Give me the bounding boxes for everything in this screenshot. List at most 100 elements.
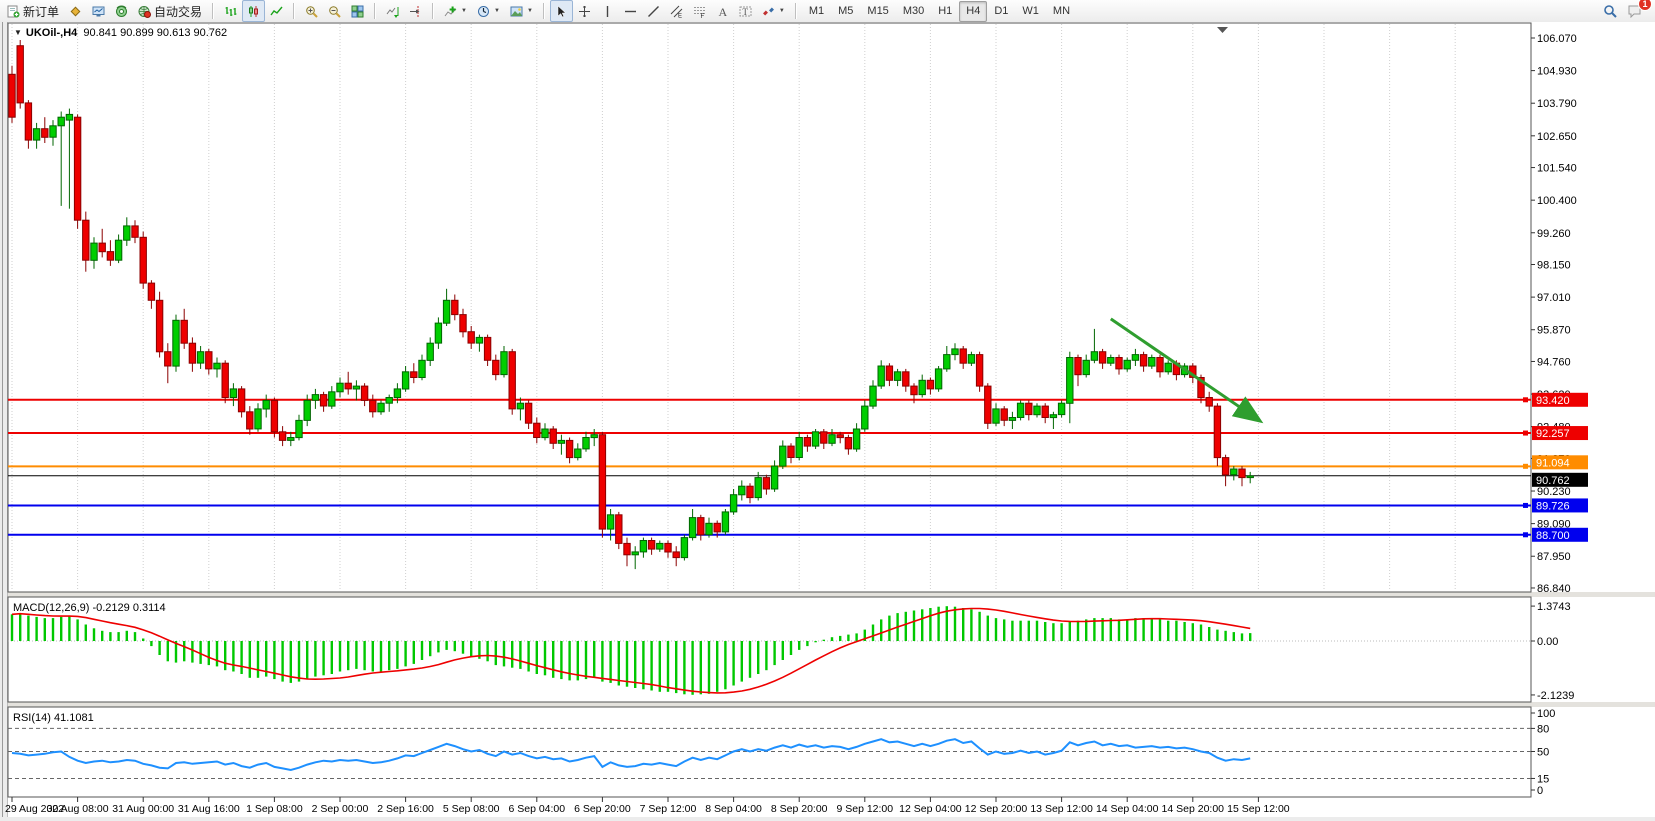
line-chart-icon [270,5,283,18]
time-tick-label[interactable]: 12 Sep 20:00 [965,803,1028,815]
chart-shift-button[interactable] [404,0,427,22]
bar-chart-button[interactable] [219,0,242,22]
metaeditor-button[interactable] [64,0,87,22]
label-button[interactable]: T [734,0,757,22]
time-tick-label[interactable]: 7 Sep 12:00 [640,803,697,815]
new-order-button[interactable]: 新订单 [2,0,64,22]
time-tick-label[interactable]: 5 Sep 08:00 [443,803,500,815]
timeframe-m30-button[interactable]: M30 [896,1,931,22]
text-button[interactable]: A [711,0,734,22]
search-button[interactable] [1598,0,1622,22]
text-icon: A [716,5,729,18]
pane-splitter[interactable] [8,702,1655,707]
market-watch-button[interactable] [110,0,133,22]
timeframe-m5-button[interactable]: M5 [831,1,860,22]
svg-text:F: F [700,13,704,17]
zoom-out-icon [328,5,341,18]
hline-handle[interactable] [1523,464,1528,469]
crosshair-button[interactable] [573,0,596,22]
time-tick-label[interactable]: 8 Sep 20:00 [771,803,828,815]
vline-button[interactable] [596,0,619,22]
rsi-tick-label: 0 [1537,785,1543,797]
vline-icon [601,5,614,18]
zoom-in-button[interactable] [300,0,323,22]
trendline-button[interactable] [642,0,665,22]
time-tick-label[interactable]: 12 Sep 04:00 [899,803,962,815]
main-pane [8,23,1531,592]
toolbar-separator [374,3,376,19]
line-chart-button[interactable] [265,0,288,22]
dropdown-caret-icon[interactable]: ▼ [494,8,500,14]
time-tick-label[interactable]: 14 Sep 20:00 [1162,803,1225,815]
timeframe-mn-button[interactable]: MN [1046,1,1077,22]
time-tick-label[interactable]: 9 Sep 12:00 [836,803,893,815]
channel-button[interactable]: E [665,0,688,22]
price-tick-label: 100.400 [1537,195,1577,207]
timeframe-m15-button[interactable]: M15 [860,1,895,22]
price-tick-label: 103.790 [1537,98,1577,110]
tile-windows-icon [351,5,364,18]
pane-splitter[interactable] [8,592,1655,597]
price-tick-label: 94.760 [1537,356,1571,368]
hline-handle[interactable] [1523,503,1528,508]
cursor-button[interactable] [550,0,573,22]
rsi-tick-label: 15 [1537,773,1549,785]
toolbar-separator [543,3,545,19]
templates-button[interactable]: ▼ [505,0,538,22]
price-tick-label: 104.930 [1537,66,1577,78]
main-toolbar: 新订单 自动交易 ▼ ▼ ▼ E F AT ▼ M1M5M15M30H1H4D1W1MN 1 [0,0,1655,23]
toolbar-group: E F AT ▼ [548,0,792,22]
timeframe-w1-button[interactable]: W1 [1015,1,1046,22]
label-icon: T [739,5,752,18]
search-icon [1603,4,1617,18]
price-tick-label: 101.540 [1537,163,1577,175]
svg-text:E: E [678,13,682,18]
indicators-button[interactable]: ▼ [439,0,472,22]
chart-symbol-header[interactable]: ▼UKOil-,H4 90.841 90.899 90.613 90.762 [14,27,227,39]
time-tick-label[interactable]: 1 Sep 08:00 [246,803,303,815]
timeframe-d1-button[interactable]: D1 [987,1,1015,22]
timeframe-h4-button[interactable]: H4 [959,1,987,22]
time-tick-label[interactable]: 30 Aug 08:00 [47,803,109,815]
tile-windows-button[interactable] [346,0,369,22]
metaeditor-icon [69,5,82,18]
auto-scroll-button[interactable] [381,0,404,22]
dropdown-caret-icon[interactable]: ▼ [527,8,533,14]
time-tick-label[interactable]: 6 Sep 04:00 [508,803,565,815]
timeframe-m1-button[interactable]: M1 [802,1,831,22]
cursor-icon [555,5,568,18]
zoom-out-button[interactable] [323,0,346,22]
chart-canvas[interactable]: 106.070104.930103.790102.650101.540100.4… [0,22,1655,821]
time-tick-label[interactable]: 14 Sep 04:00 [1096,803,1159,815]
periods-button[interactable]: ▼ [472,0,505,22]
terminal-button[interactable] [87,0,110,22]
chart-shift-icon [409,5,422,18]
time-tick-label[interactable]: 6 Sep 20:00 [574,803,631,815]
fibonacci-button[interactable]: F [688,0,711,22]
auto-scroll-icon [386,5,399,18]
time-tick-label[interactable]: 13 Sep 12:00 [1030,803,1093,815]
toolbar-separator [795,3,797,19]
time-tick-label[interactable]: 31 Aug 00:00 [112,803,174,815]
time-tick-label[interactable]: 2 Sep 00:00 [312,803,369,815]
hline-button[interactable] [619,0,642,22]
hline-handle[interactable] [1523,532,1528,537]
time-tick-label[interactable]: 15 Sep 12:00 [1227,803,1290,815]
timeframe-h1-button[interactable]: H1 [931,1,959,22]
toolbar-group [298,0,371,22]
crosshair-icon [578,5,591,18]
notifications-button[interactable]: 1 [1622,0,1647,22]
svg-text:A: A [718,5,727,18]
symbol-dropdown-icon[interactable]: ▼ [14,28,22,37]
time-tick-label[interactable]: 8 Sep 04:00 [705,803,762,815]
arrows-button[interactable]: ▼ [757,0,790,22]
dropdown-caret-icon[interactable]: ▼ [779,8,785,14]
dropdown-caret-icon[interactable]: ▼ [461,8,467,14]
hline-handle[interactable] [1523,431,1528,436]
time-tick-label[interactable]: 2 Sep 16:00 [377,803,434,815]
candlestick-button[interactable] [242,0,265,22]
hline-handle[interactable] [1523,397,1528,402]
periods-icon [477,5,490,18]
autotrading-button[interactable]: 自动交易 [133,0,207,22]
time-tick-label[interactable]: 31 Aug 16:00 [178,803,240,815]
